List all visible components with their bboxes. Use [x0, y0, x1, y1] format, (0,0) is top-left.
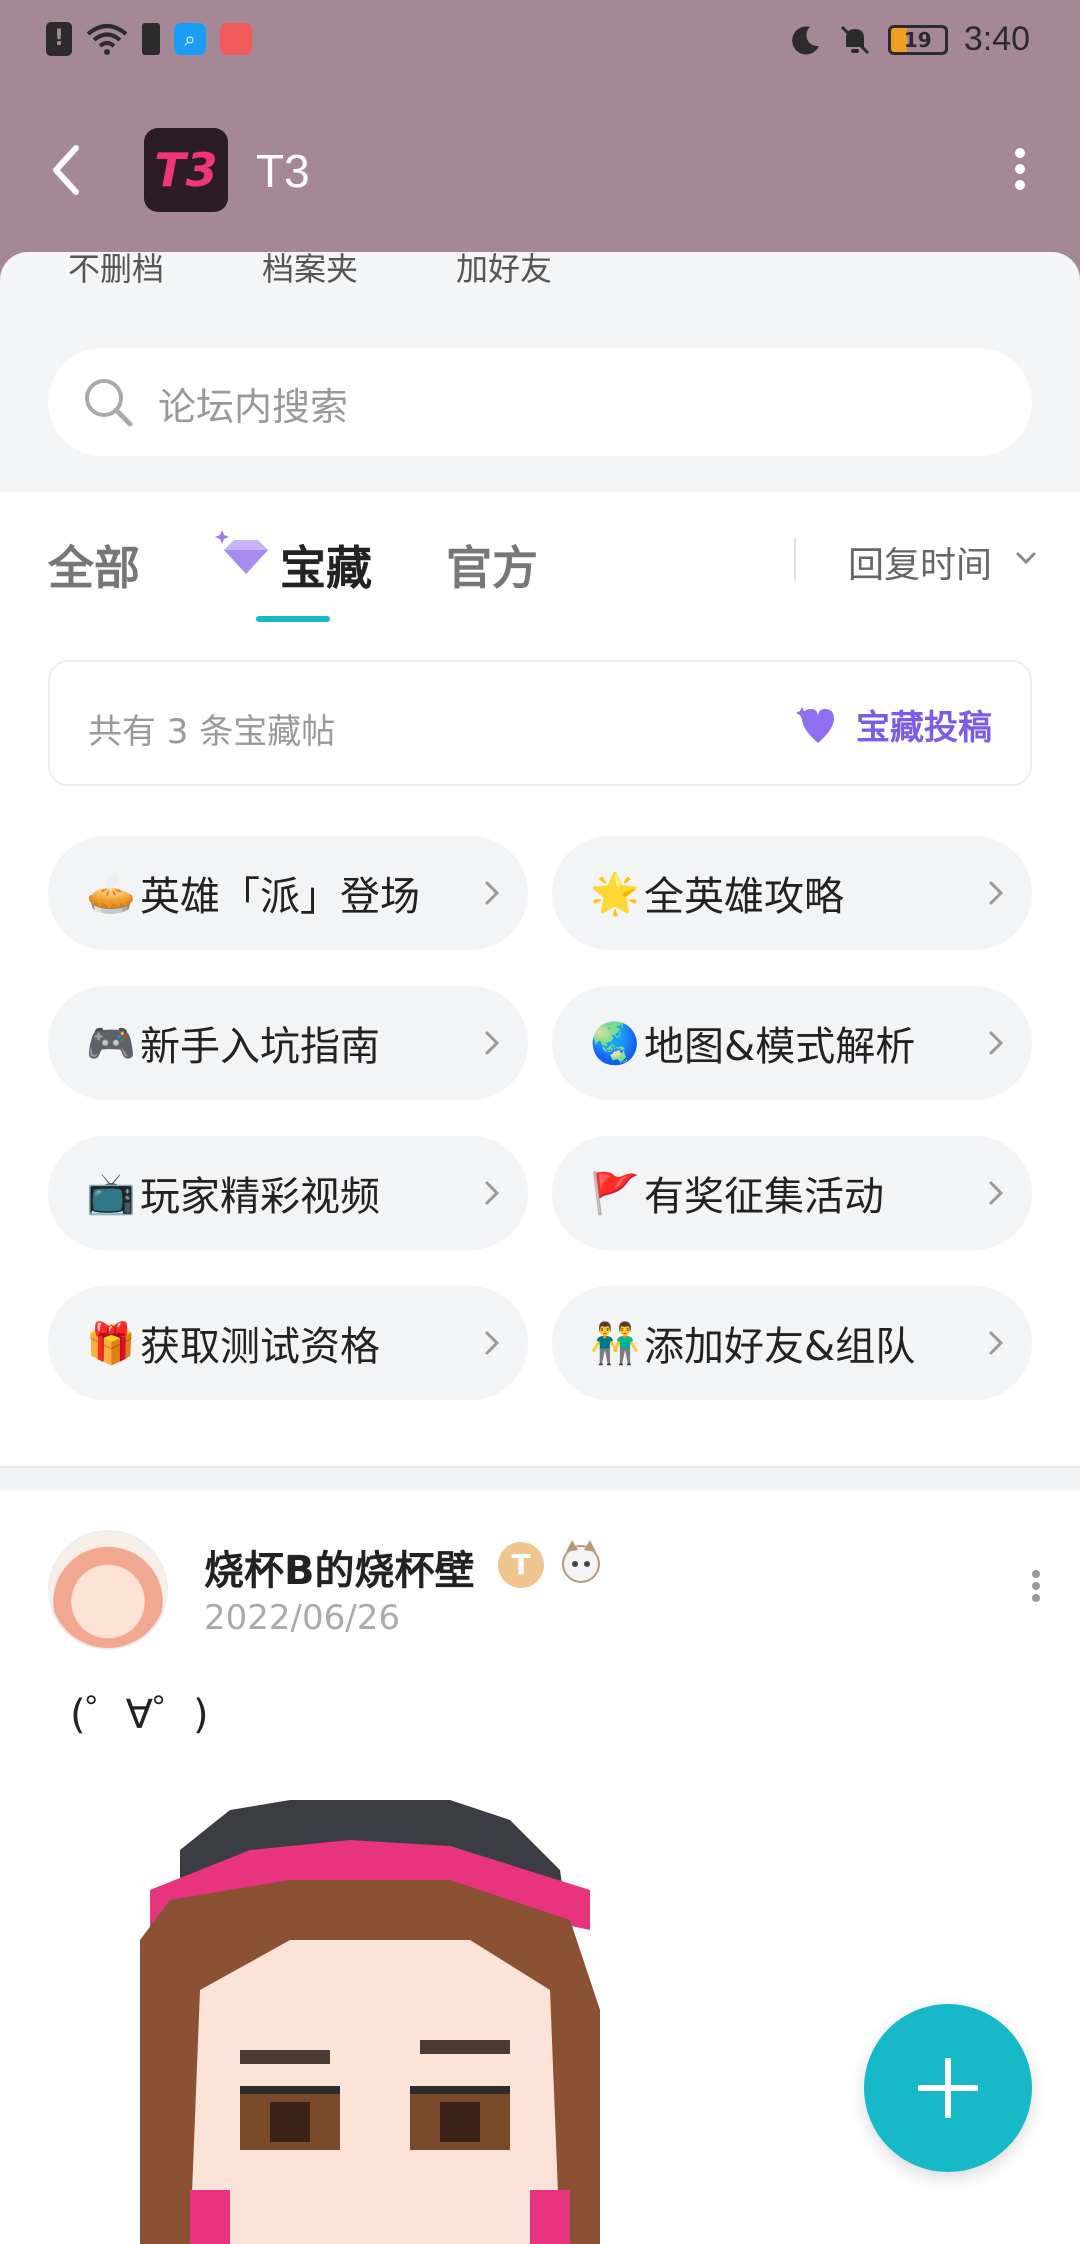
tab-treasure[interactable]: 宝藏	[280, 532, 372, 598]
chevron-right-icon	[989, 1031, 1004, 1055]
post-text: (゜∀゜)	[70, 1692, 209, 1738]
app-bar: T3 T3	[0, 120, 1080, 220]
star-icon: 🌟	[590, 870, 640, 917]
flag-icon: 🚩	[590, 1170, 640, 1217]
post-date: 2022/06/26	[204, 1598, 400, 1638]
chip-test-access[interactable]: 🎁 获取测试资格	[48, 1286, 528, 1400]
chip-label: 添加好友&组队	[644, 1324, 916, 1370]
level-badge-icon: T	[498, 1542, 544, 1588]
chip-label: 玩家精彩视频	[140, 1174, 380, 1220]
chevron-right-icon	[989, 881, 1004, 905]
pet-badge-icon	[562, 1540, 600, 1583]
sim-icon	[142, 23, 160, 55]
chip-label: 英雄「派」登场	[140, 874, 420, 920]
chip-hero-pie[interactable]: 🥧 英雄「派」登场	[48, 836, 528, 950]
heart-gem-icon	[796, 706, 834, 743]
treasure-summary-card: 共有 3 条宝藏帖 宝藏投稿	[48, 660, 1032, 786]
back-arrow-icon[interactable]	[44, 140, 90, 200]
new-post-button[interactable]	[864, 2004, 1032, 2172]
search-icon	[85, 379, 133, 427]
chip-hero-guides[interactable]: 🌟 全英雄攻略	[552, 836, 1032, 950]
app-notification-icon: ⌕	[174, 23, 206, 55]
search-placeholder: 论坛内搜索	[158, 385, 349, 429]
chevron-right-icon	[989, 1181, 1004, 1205]
avatar[interactable]	[48, 1530, 168, 1650]
chip-beginner-guide[interactable]: 🎮 新手入坑指南	[48, 986, 528, 1100]
chip-add-friends-team[interactable]: 👬 添加好友&组队	[552, 1286, 1032, 1400]
gift-icon: 🎁	[86, 1320, 136, 1367]
forum-title: T3	[256, 145, 310, 197]
alert-icon: !	[46, 22, 72, 56]
mute-bell-icon	[840, 25, 869, 54]
section-divider	[0, 1466, 1080, 1490]
plus-icon	[918, 2058, 978, 2118]
chip-label: 地图&模式解析	[644, 1024, 916, 1070]
more-options-icon[interactable]	[1000, 142, 1040, 198]
friends-icon: 👬	[590, 1320, 640, 1367]
treasure-submit-label: 宝藏投稿	[856, 708, 992, 748]
chevron-right-icon	[485, 1181, 500, 1205]
quick-link-archive[interactable]: 档案夹	[262, 252, 358, 290]
quick-link-add-friend[interactable]: 加好友	[456, 252, 552, 290]
gamepad-icon: 🎮	[86, 1020, 136, 1067]
sort-dropdown[interactable]: 回复时间	[848, 536, 992, 588]
post-pixel-art-image[interactable]	[90, 1790, 650, 2244]
quick-link-no-wipe[interactable]: 不删档	[68, 252, 164, 290]
treasure-gem-icon	[215, 530, 268, 574]
chevron-down-icon	[1016, 552, 1036, 565]
treasure-submit-button[interactable]: 宝藏投稿	[796, 700, 992, 749]
pie-icon: 🥧	[86, 870, 136, 917]
tab-official[interactable]: 官方	[446, 532, 538, 598]
chevron-right-icon	[485, 1331, 500, 1355]
chip-label: 全英雄攻略	[644, 874, 844, 920]
tv-icon: 📺	[86, 1170, 136, 1217]
category-grid: 🥧 英雄「派」登场 🌟 全英雄攻略 🎮 新手入坑指南 🌏 地图&模式解析 📺 玩…	[48, 836, 1032, 1400]
book-notification-icon	[220, 23, 252, 55]
globe-icon: 🌏	[590, 1020, 640, 1067]
active-tab-indicator	[256, 616, 330, 622]
status-bar: ! ⌕ 19 3:40	[0, 0, 1080, 84]
tab-bar: 全部 宝藏 官方 回复时间	[0, 492, 1080, 632]
chip-label: 获取测试资格	[140, 1324, 380, 1370]
chevron-right-icon	[485, 881, 500, 905]
post-username[interactable]: 烧杯B的烧杯壁	[204, 1538, 475, 1596]
tab-all[interactable]: 全部	[48, 532, 140, 598]
chip-label: 有奖征集活动	[644, 1174, 884, 1220]
clock: 3:40	[963, 20, 1030, 58]
chip-map-modes[interactable]: 🌏 地图&模式解析	[552, 986, 1032, 1100]
chip-reward-events[interactable]: 🚩 有奖征集活动	[552, 1136, 1032, 1250]
moon-icon	[791, 25, 819, 54]
sort-divider	[794, 538, 796, 580]
forum-logo: T3	[144, 128, 228, 212]
chevron-right-icon	[989, 1331, 1004, 1355]
quick-links: 不删档 档案夹 加好友	[68, 252, 552, 290]
forum-sheet: 不删档 档案夹 加好友 论坛内搜索	[0, 252, 1080, 492]
battery-icon: 19	[887, 24, 948, 55]
chevron-right-icon	[485, 1031, 500, 1055]
search-input[interactable]: 论坛内搜索	[48, 348, 1032, 456]
chip-player-videos[interactable]: 📺 玩家精彩视频	[48, 1136, 528, 1250]
treasure-count: 共有 3 条宝藏帖	[88, 712, 336, 752]
top-header: ! ⌕ 19 3:40 T3 T3	[0, 0, 1080, 290]
post-more-icon[interactable]	[1026, 1566, 1046, 1612]
forum-logo-text: T3	[154, 143, 218, 197]
wifi-icon	[86, 24, 128, 55]
chip-label: 新手入坑指南	[140, 1024, 380, 1070]
